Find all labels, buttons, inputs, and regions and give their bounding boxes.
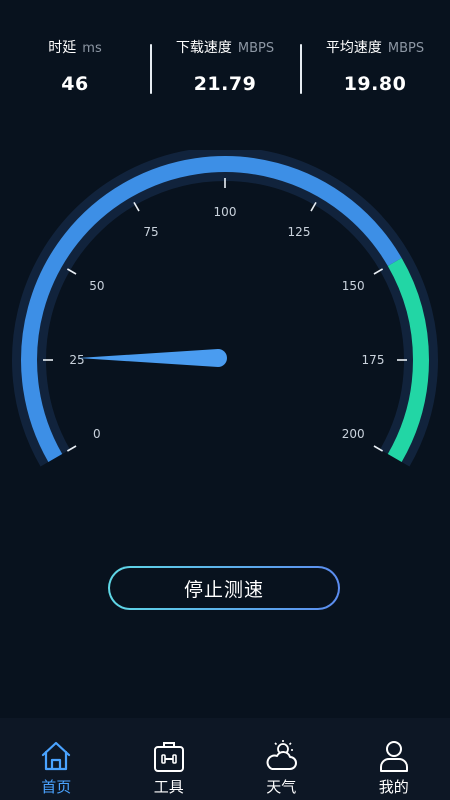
speed-gauge: 0 25 50 75 100 125 150 175 200 xyxy=(12,150,438,467)
bottom-tab-bar: 首页 工具 天气 我的 xyxy=(0,718,450,800)
stats-bar: 时延 ms 46 下载速度 MBPS 21.79 平均速度 MBPS 19.80 xyxy=(0,38,450,100)
toolbox-icon xyxy=(153,742,184,772)
user-icon xyxy=(379,741,408,772)
gauge-scale-label: 0 xyxy=(93,427,101,441)
gauge-scale-label: 50 xyxy=(89,279,104,293)
home-icon xyxy=(42,741,71,771)
download-speed-title: 下载速度 xyxy=(175,40,232,56)
latency-value: 46 xyxy=(61,73,89,95)
average-speed-title: 平均速度 xyxy=(325,40,382,56)
gauge-scale-label: 200 xyxy=(342,427,365,441)
latency-title: 时延 xyxy=(48,40,77,56)
tab-tools[interactable]: 工具 xyxy=(113,718,226,800)
latency-stat: 时延 ms 46 xyxy=(0,38,150,100)
gauge-scale-label: 75 xyxy=(143,225,158,239)
tab-profile[interactable]: 我的 xyxy=(338,718,450,800)
gauge-scale-label: 100 xyxy=(214,205,237,219)
average-speed-value: 19.80 xyxy=(343,73,407,95)
download-speed-unit: MBPS xyxy=(237,41,275,56)
gauge-needle xyxy=(78,349,227,367)
tab-home-label: 首页 xyxy=(41,778,72,796)
gauge-scale-label: 125 xyxy=(288,225,311,239)
gauge-scale-label: 175 xyxy=(362,353,385,367)
latency-unit: ms xyxy=(82,41,102,56)
tab-tools-label: 工具 xyxy=(153,778,184,796)
tab-weather-label: 天气 xyxy=(266,778,297,796)
tab-home[interactable]: 首页 xyxy=(0,718,113,800)
average-speed-unit: MBPS xyxy=(387,41,425,56)
stop-test-button[interactable]: 停止测速 xyxy=(108,566,340,610)
tab-profile-label: 我的 xyxy=(378,778,409,796)
download-speed-stat: 下载速度 MBPS 21.79 xyxy=(150,38,300,100)
tab-weather[interactable]: 天气 xyxy=(225,718,338,800)
average-speed-stat: 平均速度 MBPS 19.80 xyxy=(300,38,450,100)
download-speed-value: 21.79 xyxy=(193,73,257,95)
weather-icon xyxy=(266,740,298,770)
gauge-scale-label: 150 xyxy=(342,279,365,293)
gauge-scale-label: 25 xyxy=(69,353,84,367)
